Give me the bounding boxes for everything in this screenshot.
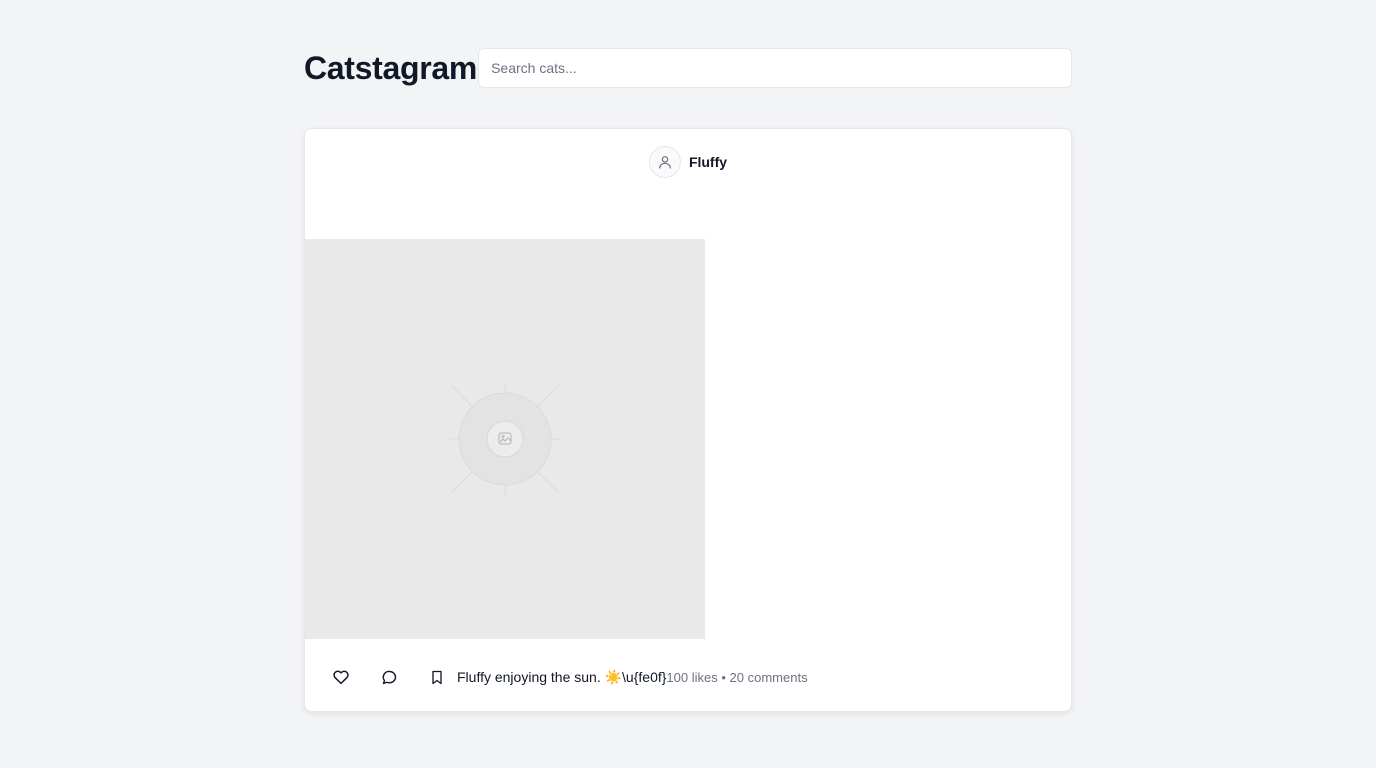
post-username[interactable]: Fluffy bbox=[689, 154, 727, 170]
stats-separator: • bbox=[721, 669, 726, 685]
post-card: Fluffy ... bbox=[304, 128, 1072, 712]
bookmark-button[interactable] bbox=[425, 665, 449, 689]
comments-count[interactable]: 20 comments bbox=[730, 670, 808, 685]
post-actions: Fluffy enjoying the sun. ☀️\u{fe0f} 100 … bbox=[305, 657, 1071, 697]
image-placeholder-icon bbox=[449, 383, 561, 495]
likes-count[interactable]: 100 likes bbox=[666, 670, 717, 685]
bookmark-icon bbox=[432, 670, 442, 684]
header: Catstagram bbox=[304, 48, 1072, 88]
heart-icon bbox=[333, 670, 349, 685]
like-button[interactable] bbox=[329, 665, 353, 689]
comment-icon bbox=[382, 670, 396, 684]
post-stats: 100 likes • 20 comments bbox=[666, 670, 807, 685]
app-title: Catstagram bbox=[304, 49, 478, 86]
page: Catstagram Fluffy ... bbox=[0, 0, 1376, 768]
post-image[interactable] bbox=[305, 239, 705, 639]
avatar[interactable] bbox=[648, 146, 681, 178]
comment-button[interactable] bbox=[377, 665, 401, 689]
search-input[interactable] bbox=[478, 48, 1072, 88]
user-icon bbox=[659, 156, 671, 169]
post-caption: Fluffy enjoying the sun. ☀️\u{fe0f} bbox=[457, 668, 667, 685]
post-header: Fluffy bbox=[305, 145, 1071, 179]
